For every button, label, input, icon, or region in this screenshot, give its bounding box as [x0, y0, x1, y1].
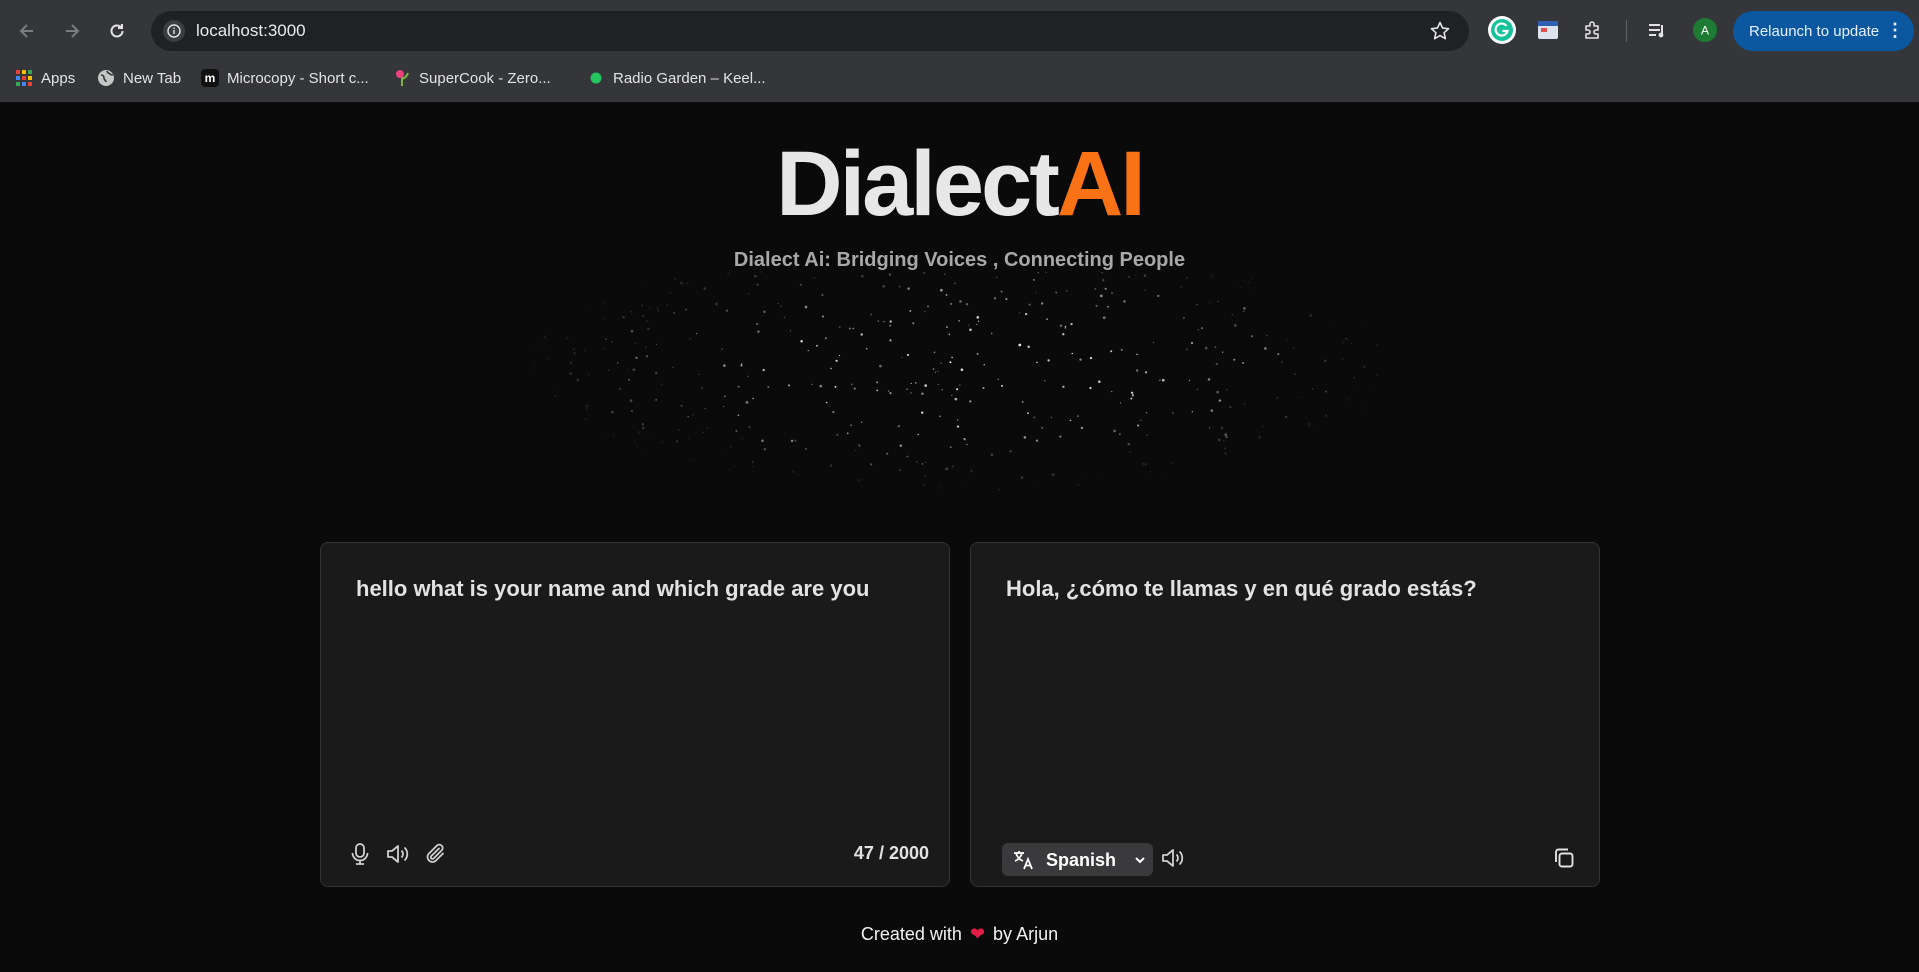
source-text[interactable]: hello what is your name and which grade … [356, 576, 869, 602]
toolbar-separator [1626, 20, 1627, 42]
relaunch-label: Relaunch to update [1749, 22, 1880, 40]
footer: Created with ❤ by Arjun [0, 924, 1919, 945]
heart-icon: ❤ [969, 924, 986, 944]
address-bar[interactable]: localhost:3000 [151, 11, 1469, 51]
brand-logo: DialectAI [0, 134, 1919, 234]
tab-manager-extension-icon[interactable] [1533, 15, 1563, 45]
bookmark-new-tab[interactable]: New Tab [97, 66, 181, 90]
language-label: Spanish [1046, 850, 1117, 870]
reload-button[interactable] [100, 14, 134, 48]
svg-text:m: m [205, 71, 216, 85]
media-controls-icon[interactable] [1643, 15, 1673, 45]
bookmark-apps[interactable]: Apps [15, 66, 75, 90]
extensions-puzzle-icon[interactable] [1578, 15, 1608, 45]
relaunch-to-update-button[interactable]: Relaunch to update ⋮ [1733, 11, 1914, 51]
footer-prefix: Created with [860, 924, 962, 944]
page-content: DialectAI Dialect Ai: Bridging Voices , … [0, 102, 1919, 972]
translated-text: Hola, ¿cómo te llamas y en qué grado est… [1006, 576, 1477, 601]
bookmark-label: Apps [41, 69, 76, 87]
bookmark-label: SuperCook - Zero... [419, 69, 551, 87]
bookmark-microcopy[interactable]: m Microcopy - Short c... [201, 66, 369, 90]
forward-button[interactable] [55, 14, 89, 48]
svg-text:A: A [1701, 24, 1709, 38]
back-button[interactable] [10, 14, 44, 48]
site-info-icon[interactable] [163, 20, 185, 42]
bookmark-label: New Tab [123, 69, 182, 87]
bookmark-label: Microcopy - Short c... [227, 69, 369, 87]
sparkles-decoration [534, 272, 1379, 491]
microphone-icon[interactable] [345, 839, 375, 869]
character-counter: 47 / 2000 [853, 843, 929, 863]
copy-icon[interactable] [1549, 843, 1579, 873]
apps-grid-icon [15, 69, 33, 87]
browser-toolbar: localhost:3000 A Relaunch to update ⋮ [0, 0, 1919, 60]
chevron-down-icon [1135, 857, 1145, 864]
bookmarks-bar: Apps New Tab m Microcopy - Short c... Su… [0, 62, 1919, 94]
speaker-icon[interactable] [383, 839, 413, 869]
url-text[interactable]: localhost:3000 [196, 21, 306, 41]
profile-avatar[interactable]: A [1690, 15, 1720, 45]
brand-main-text: Dialect [776, 133, 1060, 235]
back-arrow-icon [19, 24, 33, 38]
bookmark-star-icon[interactable] [1429, 20, 1451, 47]
browser-chrome: localhost:3000 A Relaunch to update ⋮ Ap… [0, 0, 1919, 102]
bookmark-radio-garden[interactable]: Radio Garden – Keel... [587, 66, 766, 90]
radio-garden-icon [587, 69, 605, 87]
translated-text-panel: Hola, ¿cómo te llamas y en qué grado est… [970, 542, 1600, 887]
forward-arrow-icon [66, 24, 80, 38]
microcopy-icon: m [201, 69, 219, 87]
footer-suffix: by Arjun [993, 924, 1059, 944]
brand-accent-text: AI [1056, 133, 1146, 235]
translate-icon [1014, 851, 1033, 870]
tagline: Dialect Ai: Bridging Voices , Connecting… [733, 249, 1186, 271]
source-text-panel[interactable]: hello what is your name and which grade … [320, 542, 950, 887]
supercook-icon [393, 69, 411, 87]
bookmark-label: Radio Garden – Keel... [613, 69, 766, 87]
reload-icon [110, 24, 124, 38]
paperclip-icon[interactable] [421, 839, 451, 869]
globe-icon [97, 69, 115, 87]
speaker-icon[interactable] [1158, 843, 1188, 873]
language-selector[interactable]: Spanish [1002, 843, 1153, 876]
bookmark-supercook[interactable]: SuperCook - Zero... [393, 66, 551, 90]
grammarly-extension-icon[interactable] [1487, 15, 1517, 45]
more-menu-icon[interactable]: ⋮ [1886, 21, 1904, 39]
